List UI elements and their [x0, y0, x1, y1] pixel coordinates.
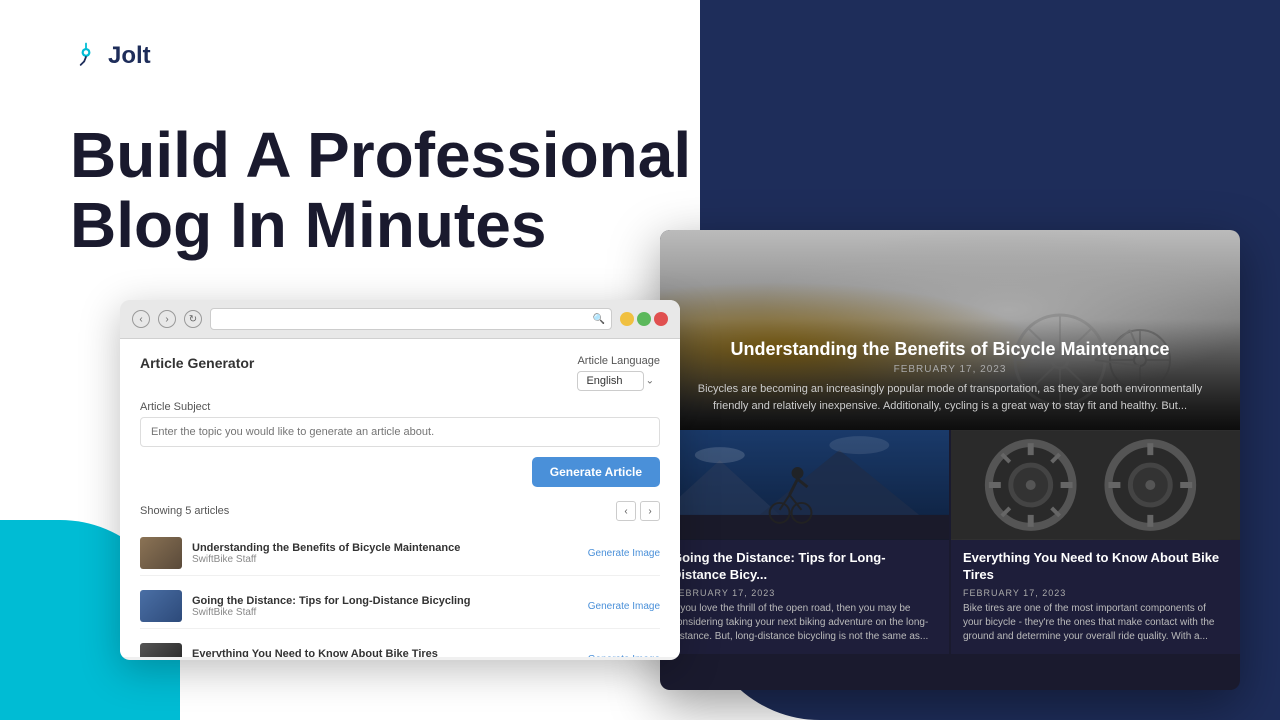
article-item: Understanding the Benefits of Bicycle Ma…	[140, 531, 660, 576]
jolt-logo-icon	[70, 40, 102, 72]
maximize-button[interactable]	[637, 312, 651, 326]
article-title-3: Everything You Need to Know About Bike T…	[192, 648, 578, 658]
blog-card-title-1: Going the Distance: Tips for Long-Distan…	[672, 550, 937, 584]
article-info-2: Going the Distance: Tips for Long-Distan…	[192, 595, 578, 618]
browser-toolbar-left: ‹ › ↻ 🔍	[120, 300, 680, 339]
article-item: Everything You Need to Know About Bike T…	[140, 637, 660, 657]
blog-card-excerpt-1: If you love the thrill of the open road,…	[672, 602, 937, 644]
hero-title: Build A Professional Blog In Minutes	[70, 120, 691, 261]
article-title-2: Going the Distance: Tips for Long-Distan…	[192, 595, 578, 607]
article-thumbnail-2	[140, 590, 182, 622]
blog-card-image-2	[951, 430, 1240, 540]
browser-refresh-button[interactable]: ↻	[184, 310, 202, 328]
language-selector[interactable]: English	[577, 371, 660, 391]
prev-page-button[interactable]: ‹	[616, 501, 636, 521]
subject-label: Article Subject	[140, 401, 660, 413]
blog-hero-excerpt: Bicycles are becoming an increasingly po…	[680, 381, 1220, 414]
minimize-button[interactable]	[620, 312, 634, 326]
blog-hero-image: Understanding the Benefits of Bicycle Ma…	[660, 230, 1240, 430]
cyclist-silhouette-svg	[660, 430, 949, 540]
blog-card-date-2: FEBRUARY 17, 2023	[963, 588, 1228, 598]
blog-cards-section: Going the Distance: Tips for Long-Distan…	[660, 430, 1240, 660]
article-title-1: Understanding the Benefits of Bicycle Ma…	[192, 542, 578, 554]
language-selector-wrap: Article Language English	[577, 355, 660, 391]
article-list: Understanding the Benefits of Bicycle Ma…	[140, 531, 660, 657]
article-author-1: SwiftBike Staff	[192, 554, 578, 565]
blog-hero-text-overlay: Understanding the Benefits of Bicycle Ma…	[660, 319, 1240, 430]
pagination-controls: ‹ ›	[616, 501, 660, 521]
article-subject-input[interactable]	[140, 417, 660, 447]
blog-preview-browser: Understanding the Benefits of Bicycle Ma…	[660, 230, 1240, 690]
blog-card-text-2: Everything You Need to Know About Bike T…	[951, 540, 1240, 654]
blog-card-title-2: Everything You Need to Know About Bike T…	[963, 550, 1228, 584]
blog-hero-date: FEBRUARY 17, 2023	[680, 364, 1220, 375]
article-gen-title: Article Generator	[140, 355, 254, 371]
blog-card-date-1: FEBRUARY 17, 2023	[672, 588, 937, 598]
article-thumbnail-3	[140, 643, 182, 657]
article-author-2: SwiftBike Staff	[192, 607, 578, 618]
form-header-row: Article Generator Article Language Engli…	[140, 355, 660, 391]
article-item: Going the Distance: Tips for Long-Distan…	[140, 584, 660, 629]
article-gen-title-wrap: Article Generator	[140, 355, 254, 381]
browser-window-controls	[620, 312, 668, 326]
article-info-3: Everything You Need to Know About Bike T…	[192, 648, 578, 658]
tires-image-svg	[951, 430, 1240, 540]
language-label: Article Language	[577, 355, 660, 367]
generate-image-link-1[interactable]: Generate Image	[588, 548, 660, 559]
browser-address-bar[interactable]: 🔍	[210, 308, 612, 330]
browser-content-left: Article Generator Article Language Engli…	[120, 339, 680, 657]
blog-card-text-1: Going the Distance: Tips for Long-Distan…	[660, 540, 949, 654]
blog-card-2[interactable]: Everything You Need to Know About Bike T…	[951, 430, 1240, 660]
blog-card-image-1	[660, 430, 949, 540]
hero-section: Build A Professional Blog In Minutes	[70, 120, 691, 261]
article-thumbnail-1	[140, 537, 182, 569]
articles-count: Showing 5 articles	[140, 505, 229, 517]
next-page-button[interactable]: ›	[640, 501, 660, 521]
logo-text: Jolt	[108, 42, 151, 70]
search-icon: 🔍	[593, 314, 605, 325]
article-generator-browser: ‹ › ↻ 🔍 Article Generator Article Langua…	[120, 300, 680, 660]
blog-main-title: Understanding the Benefits of Bicycle Ma…	[680, 339, 1220, 360]
blog-card-1[interactable]: Going the Distance: Tips for Long-Distan…	[660, 430, 949, 660]
browser-forward-button[interactable]: ›	[158, 310, 176, 328]
logo-area: Jolt	[70, 40, 151, 72]
language-select-input[interactable]: English	[577, 371, 644, 391]
generate-image-link-3[interactable]: Generate Image	[588, 654, 660, 658]
blog-card-excerpt-2: Bike tires are one of the most important…	[963, 602, 1228, 644]
generate-image-link-2[interactable]: Generate Image	[588, 601, 660, 612]
close-button[interactable]	[654, 312, 668, 326]
generate-article-button[interactable]: Generate Article	[532, 457, 660, 487]
browser-back-button[interactable]: ‹	[132, 310, 150, 328]
article-info-1: Understanding the Benefits of Bicycle Ma…	[192, 542, 578, 565]
articles-header: Showing 5 articles ‹ ›	[140, 501, 660, 521]
